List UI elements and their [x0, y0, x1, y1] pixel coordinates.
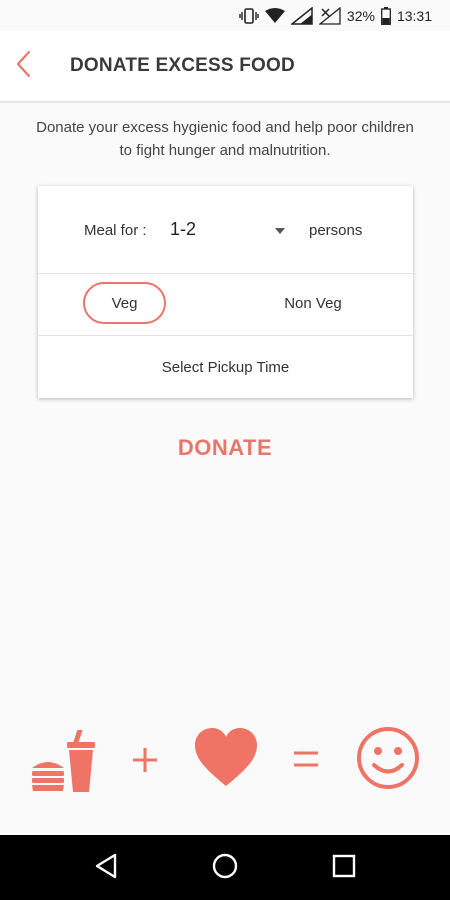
- food-love-smile-illustration: [0, 722, 450, 794]
- no-sim-icon: [318, 6, 341, 25]
- home-circle-icon: [211, 852, 239, 885]
- plus-icon: [131, 746, 159, 779]
- persons-label: persons: [309, 222, 363, 239]
- navigation-bar: [0, 835, 450, 900]
- heart-icon: [194, 728, 258, 793]
- wifi-icon: [264, 7, 285, 24]
- signal-icon: [290, 6, 313, 25]
- intro-text: Donate your excess hygienic food and hel…: [36, 119, 414, 159]
- pickup-label: Select Pickup Time: [161, 358, 290, 376]
- nav-back-button[interactable]: [89, 851, 123, 885]
- smiley-icon: [356, 726, 420, 795]
- clock: 13:31: [396, 7, 432, 24]
- donation-form-card: Meal for : 1-2 persons Veg Non Veg Selec…: [38, 186, 413, 398]
- nav-recents-button[interactable]: [327, 851, 361, 885]
- status-bar: 32% 13:31: [0, 0, 450, 31]
- donate-button[interactable]: DONATE: [150, 430, 300, 466]
- battery-text: 32%: [346, 7, 375, 24]
- back-triangle-icon: [93, 853, 119, 884]
- nav-home-button[interactable]: [208, 851, 242, 885]
- veg-label: Veg: [111, 294, 138, 312]
- donate-label: DONATE: [177, 435, 273, 460]
- non-veg-label: Non Veg: [284, 294, 342, 312]
- recents-square-icon: [331, 853, 357, 884]
- select-pickup-time-button[interactable]: Select Pickup Time: [38, 336, 413, 398]
- back-button[interactable]: [6, 45, 40, 87]
- burger-drink-icon: [30, 727, 98, 797]
- app-bar: DONATE EXCESS FOOD: [0, 31, 450, 103]
- page-title: DONATE EXCESS FOOD: [70, 55, 295, 76]
- meal-for-label: Meal for :: [84, 222, 147, 239]
- meal-count-value: 1-2: [170, 219, 197, 239]
- vibrate-icon: [239, 7, 259, 24]
- non-veg-option-button[interactable]: Non Veg: [258, 282, 368, 324]
- chevron-left-icon: [15, 50, 31, 83]
- equals-icon: [292, 748, 320, 775]
- veg-option-button[interactable]: Veg: [83, 282, 166, 324]
- dropdown-arrow-icon: [275, 228, 285, 234]
- battery-icon: [381, 6, 391, 25]
